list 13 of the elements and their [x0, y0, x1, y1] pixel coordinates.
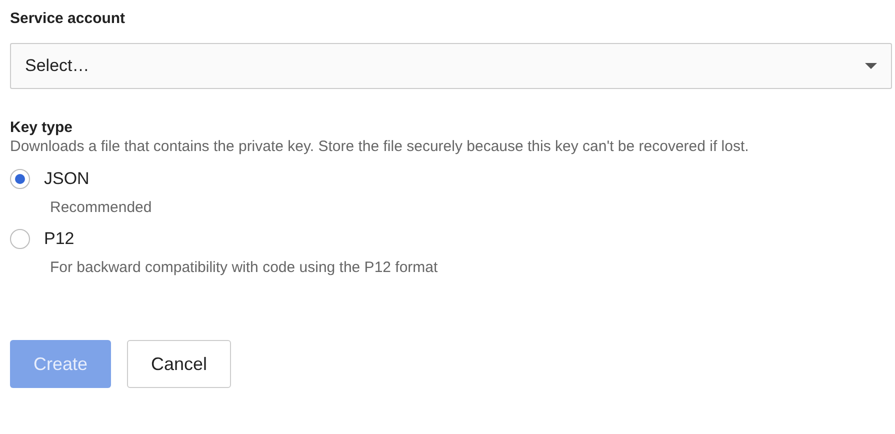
radio-button[interactable]	[10, 169, 30, 189]
description-text: Downloads a file that contains the private key. Store the file securely because this key can't be recovered if lost.	[10, 137, 750, 157]
dropdown-placeholder: Select…	[25, 56, 90, 76]
option-hint: Recommended	[49, 198, 153, 218]
radio-button[interactable]	[10, 229, 30, 249]
option-hint: For backward compatibility with code using the P12 format	[49, 258, 439, 278]
field-label: Service account	[10, 10, 126, 29]
caret-icon	[865, 63, 877, 69]
option-label[interactable]: P12	[44, 229, 74, 249]
option-label[interactable]: JSON	[44, 169, 90, 189]
cancel-button[interactable]: Cancel	[127, 340, 231, 388]
service-account-dropdown[interactable]: Select…	[10, 43, 892, 89]
section-heading: Key type	[10, 119, 74, 136]
